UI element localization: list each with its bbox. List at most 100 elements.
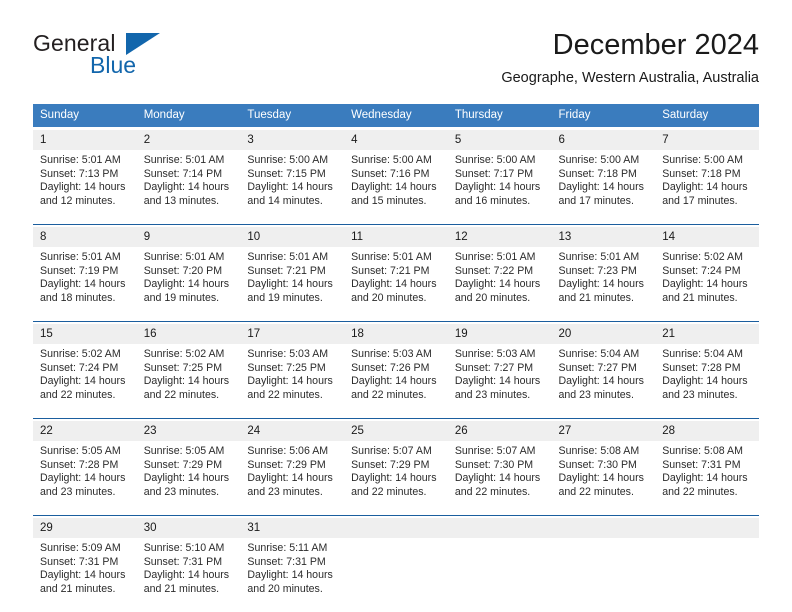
day-daylight-text: and 16 minutes. — [454, 194, 531, 207]
day-cell[interactable]: Sunrise: 5:02 AM Sunset: 7:24 PM Daylight:… — [655, 247, 759, 322]
day-sunset-text: Sunset: 7:24 PM — [662, 264, 741, 277]
day-number[interactable]: 16 — [136, 324, 241, 344]
day-daylight-text: Daylight: 14 hours — [558, 472, 644, 485]
day-cell[interactable]: Sunrise: 5:01 AM Sunset: 7:22 PM Daylight:… — [447, 247, 552, 322]
day-sunrise-text: Sunrise: 5:02 AM — [662, 251, 743, 263]
day-number[interactable]: 13 — [551, 227, 656, 247]
day-number[interactable]: 29 — [33, 518, 137, 538]
day-cell[interactable]: Sunrise: 5:00 AM Sunset: 7:17 PM Daylight:… — [447, 150, 552, 225]
day-sunset-text: Sunset: 7:29 PM — [143, 458, 223, 471]
day-daylight-text: and 20 minutes. — [247, 582, 323, 595]
day-sunrise-text: Sunrise: 5:08 AM — [558, 445, 640, 457]
day-cell[interactable]: Sunrise: 5:07 AM Sunset: 7:29 PM Daylight:… — [344, 441, 448, 516]
day-number[interactable]: 9 — [136, 227, 241, 247]
day-sunset-text: Sunset: 7:27 PM — [558, 361, 637, 374]
day-cell[interactable]: Sunrise: 5:09 AM Sunset: 7:31 PM Daylight:… — [33, 538, 137, 612]
day-cell[interactable]: Sunrise: 5:00 AM Sunset: 7:18 PM Daylight:… — [655, 150, 759, 225]
day-number[interactable]: 2 — [136, 130, 241, 150]
day-cell[interactable]: Sunrise: 5:05 AM Sunset: 7:28 PM Daylight:… — [33, 441, 137, 516]
day-number[interactable]: 8 — [33, 227, 137, 247]
day-sunset-text: Sunset: 7:13 PM — [40, 167, 119, 180]
day-cell[interactable]: Sunrise: 5:11 AM Sunset: 7:31 PM Daylight:… — [240, 538, 345, 612]
day-number[interactable]: 1 — [33, 130, 137, 150]
day-cell[interactable]: Sunrise: 5:01 AM Sunset: 7:21 PM Daylight:… — [240, 247, 345, 322]
day-number[interactable]: 5 — [447, 130, 552, 150]
day-number[interactable]: 7 — [655, 130, 759, 150]
day-sunset-text: Sunset: 7:21 PM — [247, 264, 326, 277]
day-number[interactable]: 24 — [240, 421, 345, 441]
day-number[interactable]: 17 — [240, 324, 345, 344]
day-daylight-text: and 19 minutes. — [143, 291, 220, 304]
weekday-header-saturday: Saturday — [655, 104, 759, 127]
day-cell[interactable]: Sunrise: 5:03 AM Sunset: 7:26 PM Daylight:… — [344, 344, 448, 419]
day-cell[interactable]: Sunrise: 5:08 AM Sunset: 7:30 PM Daylight:… — [551, 441, 656, 516]
day-daylight-text: and 21 minutes. — [558, 291, 634, 304]
day-sunrise-text: Sunrise: 5:01 AM — [247, 251, 329, 263]
day-sunset-text: Sunset: 7:27 PM — [454, 361, 534, 374]
day-daylight-text: and 22 minutes. — [351, 485, 427, 498]
day-cell[interactable]: Sunrise: 5:04 AM Sunset: 7:27 PM Daylight:… — [551, 344, 656, 419]
day-cell[interactable]: Sunrise: 5:03 AM Sunset: 7:27 PM Daylight:… — [447, 344, 552, 419]
day-cell[interactable]: Sunrise: 5:01 AM Sunset: 7:13 PM Daylight:… — [33, 150, 137, 225]
day-sunset-text: Sunset: 7:23 PM — [558, 264, 637, 277]
day-number[interactable]: 20 — [551, 324, 656, 344]
day-cell[interactable]: Sunrise: 5:00 AM Sunset: 7:16 PM Daylight:… — [344, 150, 448, 225]
day-cell[interactable]: Sunrise: 5:02 AM Sunset: 7:24 PM Daylight:… — [33, 344, 137, 419]
day-cell[interactable]: Sunrise: 5:03 AM Sunset: 7:25 PM Daylight:… — [240, 344, 345, 419]
day-cell[interactable]: Sunrise: 5:01 AM Sunset: 7:14 PM Daylight:… — [136, 150, 241, 225]
day-sunrise-text: Sunrise: 5:01 AM — [40, 154, 121, 166]
day-sunrise-text: Sunrise: 5:00 AM — [454, 154, 536, 166]
day-number[interactable]: 11 — [344, 227, 448, 247]
day-sunset-text: Sunset: 7:28 PM — [662, 361, 741, 374]
day-number[interactable]: 21 — [655, 324, 759, 344]
day-number[interactable]: 14 — [655, 227, 759, 247]
day-sunrise-text: Sunrise: 5:01 AM — [40, 251, 121, 263]
day-number[interactable]: 10 — [240, 227, 345, 247]
day-cell[interactable]: Sunrise: 5:00 AM Sunset: 7:15 PM Daylight:… — [240, 150, 345, 225]
day-number[interactable]: 3 — [240, 130, 345, 150]
day-daylight-text: Daylight: 14 hours — [351, 181, 437, 194]
day-number[interactable]: 31 — [240, 518, 345, 538]
day-cell[interactable]: Sunrise: 5:06 AM Sunset: 7:29 PM Daylight:… — [240, 441, 345, 516]
calendar-page: General Blue December 2024 Geographe, We… — [0, 0, 792, 612]
day-number[interactable]: 23 — [136, 421, 241, 441]
day-sunrise-text: Sunrise: 5:10 AM — [143, 542, 225, 554]
day-number[interactable]: 27 — [551, 421, 656, 441]
day-cell[interactable]: Sunrise: 5:10 AM Sunset: 7:31 PM Daylight:… — [136, 538, 241, 612]
day-number[interactable]: 4 — [344, 130, 448, 150]
day-sunrise-text: Sunrise: 5:07 AM — [351, 445, 432, 457]
day-cell[interactable]: Sunrise: 5:01 AM Sunset: 7:23 PM Daylight:… — [551, 247, 656, 322]
day-sunset-text: Sunset: 7:15 PM — [247, 167, 326, 180]
day-cell[interactable]: Sunrise: 5:05 AM Sunset: 7:29 PM Daylight:… — [136, 441, 241, 516]
day-cell[interactable]: Sunrise: 5:08 AM Sunset: 7:31 PM Daylight:… — [655, 441, 759, 516]
day-cell[interactable]: Sunrise: 5:02 AM Sunset: 7:25 PM Daylight:… — [136, 344, 241, 419]
day-daylight-text: Daylight: 14 hours — [558, 181, 644, 194]
day-cell-empty — [655, 538, 759, 612]
day-cell[interactable]: Sunrise: 5:07 AM Sunset: 7:30 PM Daylight:… — [447, 441, 552, 516]
day-cell[interactable]: Sunrise: 5:01 AM Sunset: 7:21 PM Daylight:… — [344, 247, 448, 322]
day-cell[interactable]: Sunrise: 5:00 AM Sunset: 7:18 PM Daylight:… — [551, 150, 656, 225]
day-cell[interactable]: Sunrise: 5:01 AM Sunset: 7:19 PM Daylight:… — [33, 247, 137, 322]
day-daylight-text: and 12 minutes. — [40, 194, 116, 207]
day-number[interactable]: 18 — [344, 324, 448, 344]
day-number[interactable]: 6 — [551, 130, 656, 150]
day-cell[interactable]: Sunrise: 5:04 AM Sunset: 7:28 PM Daylight:… — [655, 344, 759, 419]
day-daylight-text: and 22 minutes. — [143, 388, 220, 401]
day-number[interactable]: 15 — [33, 324, 137, 344]
day-cell[interactable]: Sunrise: 5:01 AM Sunset: 7:20 PM Daylight:… — [136, 247, 241, 322]
day-sunrise-text: Sunrise: 5:02 AM — [40, 348, 121, 360]
day-number[interactable]: 26 — [447, 421, 552, 441]
day-daylight-text: Daylight: 14 hours — [40, 375, 126, 388]
day-number[interactable]: 19 — [447, 324, 552, 344]
weekday-header-monday: Monday — [136, 104, 241, 127]
general-blue-logo[interactable]: General Blue — [33, 30, 253, 90]
day-sunrise-text: Sunrise: 5:07 AM — [454, 445, 536, 457]
day-number[interactable]: 22 — [33, 421, 137, 441]
day-number[interactable]: 28 — [655, 421, 759, 441]
day-sunrise-text: Sunrise: 5:05 AM — [40, 445, 121, 457]
day-daylight-text: and 20 minutes. — [351, 291, 427, 304]
day-number[interactable]: 30 — [136, 518, 241, 538]
day-number[interactable]: 25 — [344, 421, 448, 441]
day-number[interactable]: 12 — [447, 227, 552, 247]
weekday-header-row: Sunday Monday Tuesday Wednesday Thursday… — [33, 104, 759, 127]
